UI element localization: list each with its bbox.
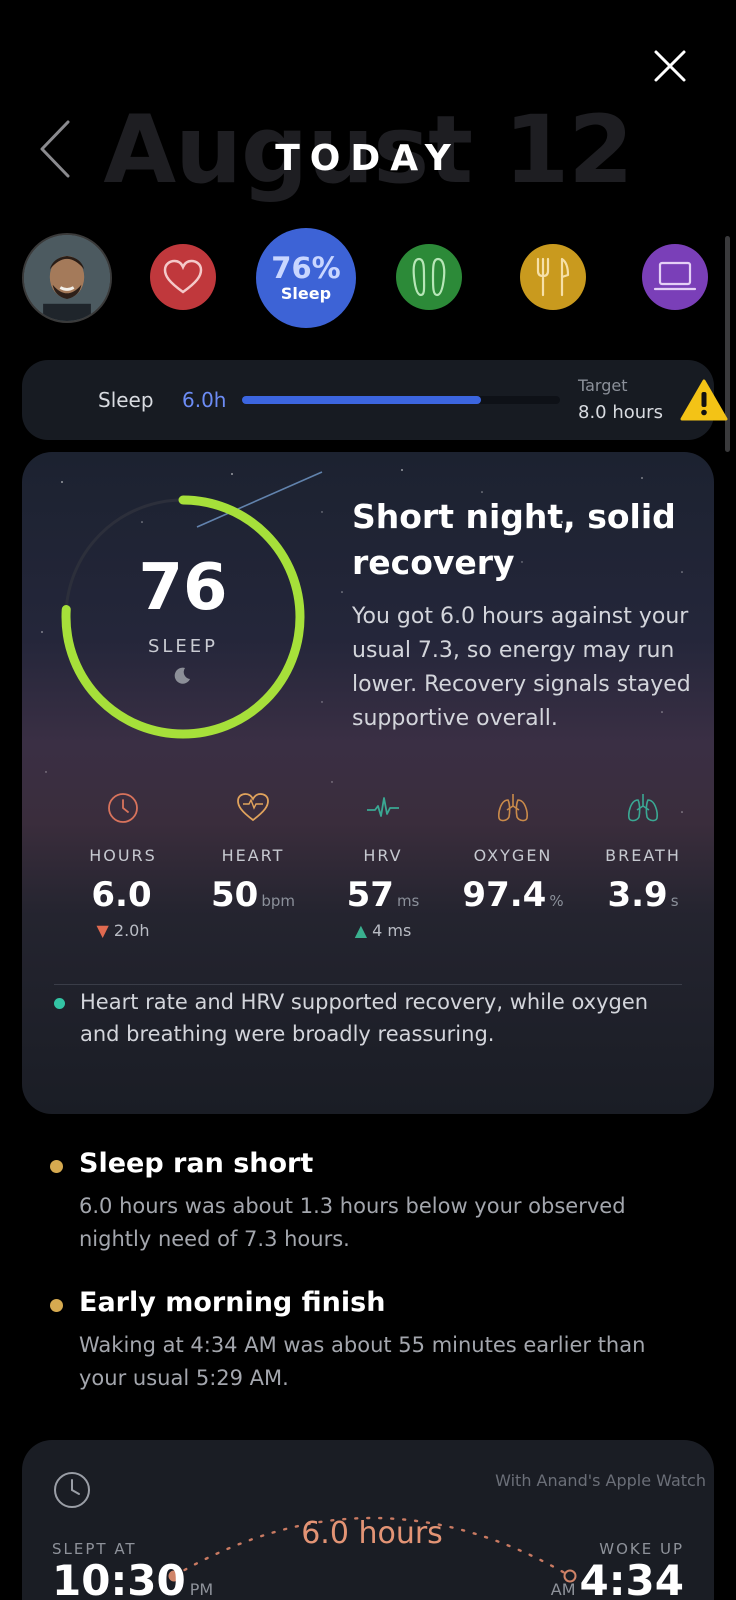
data-source: With Anand's Apple Watch [495, 1471, 706, 1490]
woke-up-value: AM4:34 [547, 1556, 684, 1600]
metric-value: 6.0 [91, 875, 152, 915]
target-value: 8.0 hours [578, 402, 663, 423]
laptop-icon [653, 261, 697, 291]
sleep-progress-fill [242, 396, 481, 404]
profile-avatar[interactable] [22, 233, 112, 323]
sleep-duration: 6.0 hours [301, 1516, 443, 1551]
sleep-percent: 76% [271, 251, 341, 285]
divider [54, 984, 682, 985]
insight-text: 6.0 hours was about 1.3 hours below your… [79, 1194, 626, 1251]
metric-breath[interactable]: BREATH 3.9 s [578, 790, 708, 915]
metric-name: HEART [221, 846, 285, 865]
slept-ampm: PM [189, 1580, 214, 1599]
metric-hours[interactable]: HOURS 6.0 ▼ 2.0h [58, 790, 188, 940]
moon-icon [174, 667, 190, 684]
metric-delta: ▼ 2.0h [96, 921, 150, 940]
slept-time: 10:30 [52, 1556, 186, 1600]
slept-at-value: 10:30 PM [52, 1556, 217, 1600]
summary-body: You got 6.0 hours against your usual 7.3… [352, 604, 691, 731]
metric-unit: bpm [261, 892, 295, 910]
woke-time: 4:34 [579, 1556, 684, 1600]
warning-icon[interactable] [680, 378, 728, 422]
metric-oxygen[interactable]: OXYGEN 97.4% [448, 790, 578, 915]
metric-delta: ▲ 4 ms [354, 921, 412, 940]
metric-unit: ms [396, 892, 420, 910]
metric-unit: % [549, 892, 564, 910]
metric-unit: s [670, 892, 679, 910]
close-icon [654, 50, 686, 82]
heart-icon [237, 793, 269, 822]
category-nutrition[interactable] [520, 244, 586, 310]
metric-hrv[interactable]: HRV 57 ms ▲ 4 ms [318, 790, 448, 940]
sleep-summary-card: 76 SLEEP Short night, solid recovery You… [22, 452, 714, 1114]
note-bullet [54, 998, 65, 1009]
metric-value: 57 [346, 875, 394, 915]
insight-title: Early morning finish [79, 1287, 386, 1318]
insight-text: Waking at 4:34 AM was about 55 minutes e… [79, 1333, 646, 1390]
insight-item: Sleep ran short 6.0 hours was about 1.3 … [50, 1144, 690, 1256]
avatar-face-icon [24, 235, 110, 321]
sleep-progress-card[interactable]: Sleep 6.0h Target 8.0 hours [22, 360, 728, 440]
insight-item: Early morning finish Waking at 4:34 AM w… [50, 1283, 690, 1395]
lungs-icon [498, 794, 528, 822]
clock-icon [108, 793, 138, 823]
category-sleep[interactable]: 76% Sleep [256, 228, 356, 328]
heart-icon [163, 259, 203, 294]
insight-bullet [50, 1160, 63, 1173]
sleep-score-label: SLEEP [147, 636, 219, 657]
metric-name: HRV [363, 846, 403, 865]
summary-title: Short night, solid recovery [352, 497, 676, 582]
insight-bullet [50, 1299, 63, 1312]
sleep-score: 76 [138, 551, 228, 625]
close-button[interactable] [648, 44, 692, 88]
sleep-category-label: Sleep [280, 284, 332, 303]
footsteps-icon [412, 257, 446, 297]
category-heart[interactable] [150, 244, 216, 310]
metric-heart[interactable]: HEART 50 bpm [188, 790, 318, 915]
metric-name: OXYGEN [473, 846, 553, 865]
target-label: Target [578, 376, 628, 395]
sleep-times-card[interactable]: With Anand's Apple Watch 6.0 hours SLEPT… [22, 1440, 714, 1600]
recovery-note: Heart rate and HRV supported recovery, w… [80, 990, 649, 1046]
fork-knife-icon [536, 257, 570, 297]
category-screen-time[interactable] [642, 244, 708, 310]
page-title: TODAY [275, 138, 461, 179]
lungs-icon [628, 794, 658, 822]
metric-value: 50 [211, 875, 259, 915]
metric-name: BREATH [605, 846, 681, 865]
insight-title: Sleep ran short [79, 1148, 314, 1179]
clock-icon [54, 1472, 90, 1508]
woke-ampm: AM [550, 1580, 576, 1599]
category-activity[interactable] [396, 244, 462, 310]
sleep-value: 6.0h [182, 388, 227, 412]
metric-value: 97.4 [462, 875, 547, 915]
sleep-label: Sleep [98, 388, 154, 412]
metric-name: HOURS [89, 846, 157, 865]
metric-value: 3.9 [607, 875, 668, 915]
sleep-progress-track [242, 396, 560, 404]
pulse-icon [367, 797, 399, 817]
